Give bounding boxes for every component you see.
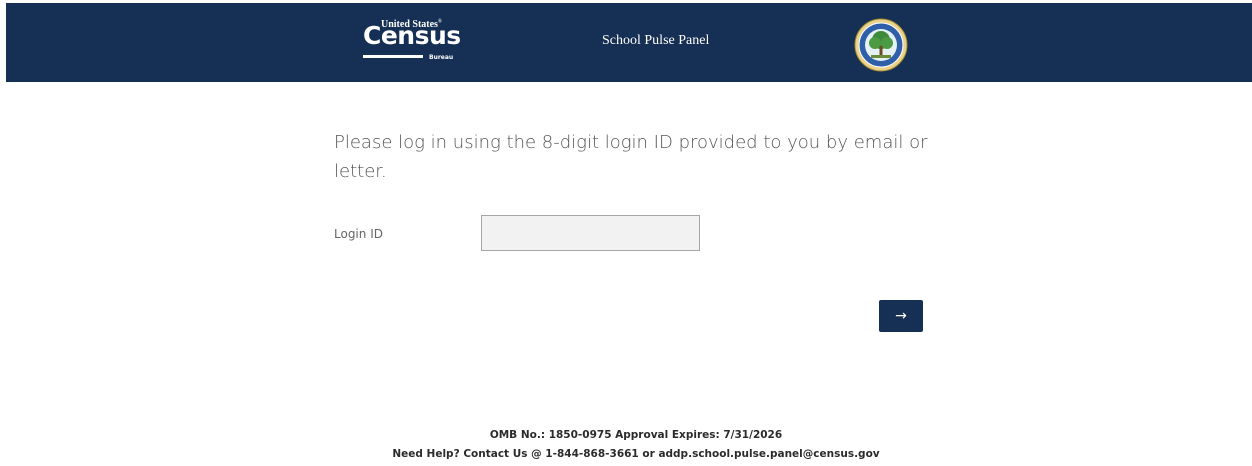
omb-approval-text: OMB No.: 1850-0975 Approval Expires: 7/3… xyxy=(489,429,783,441)
department-of-education-seal-icon xyxy=(854,18,908,72)
census-bureau-logo[interactable]: United States® Census Bureau xyxy=(363,19,463,69)
login-id-label: Login ID xyxy=(334,227,383,241)
page-footer: OMB No.: 1850-0975 Approval Expires: 7/3… xyxy=(0,426,1252,464)
help-contact-text: Need Help? Contact Us @ 1-844-868-3661 o… xyxy=(392,448,880,460)
login-instructions: Please log in using the 8-digit login ID… xyxy=(334,132,928,182)
submit-arrow-button[interactable]: → xyxy=(879,300,923,332)
logo-name: Census xyxy=(363,21,461,50)
login-id-input[interactable] xyxy=(481,215,700,251)
logo-sub-text: Bureau xyxy=(429,54,454,61)
logo-underline xyxy=(363,55,423,58)
login-page: United States® Census Bureau School Puls… xyxy=(0,0,1252,466)
site-header: United States® Census Bureau School Puls… xyxy=(6,3,1252,82)
page-title: School Pulse Panel xyxy=(602,33,710,48)
